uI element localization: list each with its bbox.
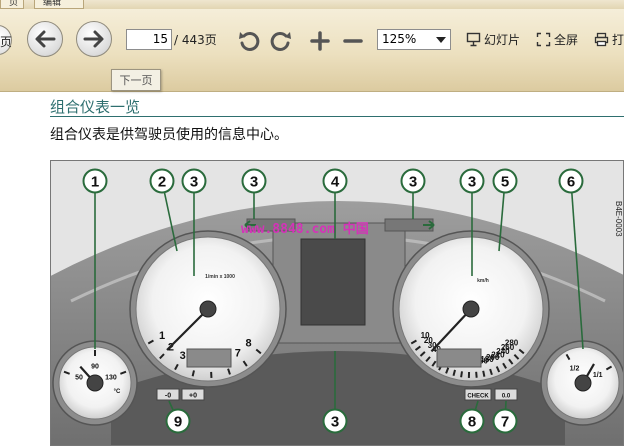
tachometer-display (186, 348, 232, 368)
trip-reset-label: +0 (189, 393, 197, 400)
figure-code: B4E-0003 (614, 201, 623, 237)
check-button-label: CHECK (467, 394, 489, 400)
speedometer-display (436, 348, 482, 368)
zoom-value: 125% (382, 32, 417, 46)
next-page-button[interactable] (76, 21, 112, 57)
intro-paragraph: 组合仪表是供驾驶员使用的信息中心。 (50, 127, 288, 143)
zoom-in-button[interactable] (307, 28, 333, 54)
slideshow-label: 幻灯片 (484, 33, 521, 47)
page-number-input[interactable]: 15 (126, 29, 172, 50)
fullscreen-icon (536, 32, 551, 47)
coolant-temp-gauge-hub (86, 374, 104, 392)
fuel-gauge-hub (574, 374, 592, 392)
slideshow-icon (466, 32, 481, 47)
instrument-cluster-illustration: www.8848.com 中国 B4E-0003 123456781/min x… (51, 161, 623, 445)
arrow-right-icon (83, 30, 104, 48)
tachometer-tick-label: 8 (246, 338, 252, 350)
instrument-cluster-figure: www.8848.com 中国 B4E-0003 123456781/min x… (50, 160, 624, 446)
fullscreen-label: 全屏 (554, 33, 579, 47)
reader-toolbar: 页 15 / 443页 125% 幻灯片 全屏 打 下一页 (0, 9, 624, 92)
tab-page[interactable]: 页 (0, 0, 24, 9)
coolant-temp-gauge-tick-label: 130 (105, 375, 117, 382)
printer-icon (594, 32, 609, 47)
callout-number: 1 (91, 174, 99, 191)
callout-number: 3 (331, 414, 339, 431)
next-page-tooltip: 下一页 (111, 69, 161, 91)
minus-icon (343, 39, 363, 43)
section-divider (50, 116, 624, 117)
fullscreen-button[interactable]: 全屏 (536, 31, 578, 48)
tab-edit[interactable]: 编辑 (34, 0, 84, 9)
zoom-out-button[interactable] (340, 28, 366, 54)
reset-button-label: 0.0 (502, 394, 511, 400)
section-title: 组合仪表一览 (50, 98, 141, 116)
callout-number: 3 (190, 174, 198, 191)
plus-icon (310, 31, 330, 51)
print-button[interactable]: 打 (594, 31, 624, 48)
fuel-gauge-tick-label: 1/2 (570, 366, 580, 373)
callout-number: 8 (468, 414, 476, 431)
previous-page-button[interactable] (27, 21, 63, 57)
tachometer-unit-label: 1/min x 1000 (205, 274, 235, 280)
chevron-down-icon (436, 37, 446, 43)
callout-number: 3 (409, 174, 417, 191)
speedometer-tick (460, 371, 463, 378)
tachometer-tick-label: 1 (159, 330, 165, 342)
tachometer-tick (191, 370, 195, 377)
callout-number: 2 (158, 174, 166, 191)
rotate-right-button[interactable] (268, 28, 294, 54)
tachometer-tick-label: 3 (180, 350, 186, 362)
coolant-temp-gauge-tick-label: 50 (75, 375, 83, 382)
watermark-text: www.8848.com 中国 (241, 221, 369, 237)
arrow-left-icon (35, 30, 56, 48)
fuel-gauge-tick-label: 1/1 (593, 372, 603, 379)
coolant-temp-unit: °C (114, 389, 121, 395)
edge-button-label: 页 (0, 35, 13, 49)
speedometer-unit-label: km/h (477, 278, 489, 284)
callout-number: 3 (250, 174, 258, 191)
page-total-label: / 443页 (174, 33, 217, 47)
callout-number: 7 (501, 414, 509, 431)
rotate-right-icon (270, 31, 291, 51)
coolant-temp-gauge-tick-label: 90 (91, 363, 99, 370)
zoom-select[interactable]: 125% (377, 29, 451, 50)
speedometer-hub (462, 300, 480, 318)
slideshow-button[interactable]: 幻灯片 (466, 31, 520, 48)
rotate-left-button[interactable] (236, 28, 262, 54)
speedometer-tick (482, 370, 486, 377)
tachometer-hub (199, 300, 217, 318)
trip-reset-label: -0 (165, 393, 171, 400)
rotate-left-icon (239, 31, 260, 51)
speedometer-tick-label: 280 (505, 339, 519, 348)
callout-number: 3 (468, 174, 476, 191)
callout-number: 9 (174, 414, 182, 431)
tab-strip: 页 编辑 (0, 0, 624, 9)
callout-number: 4 (331, 174, 340, 191)
callout-number: 5 (501, 174, 509, 191)
callout-number: 6 (567, 174, 575, 191)
tachometer-tick-label: 7 (235, 347, 241, 359)
print-label: 打 (612, 33, 624, 47)
